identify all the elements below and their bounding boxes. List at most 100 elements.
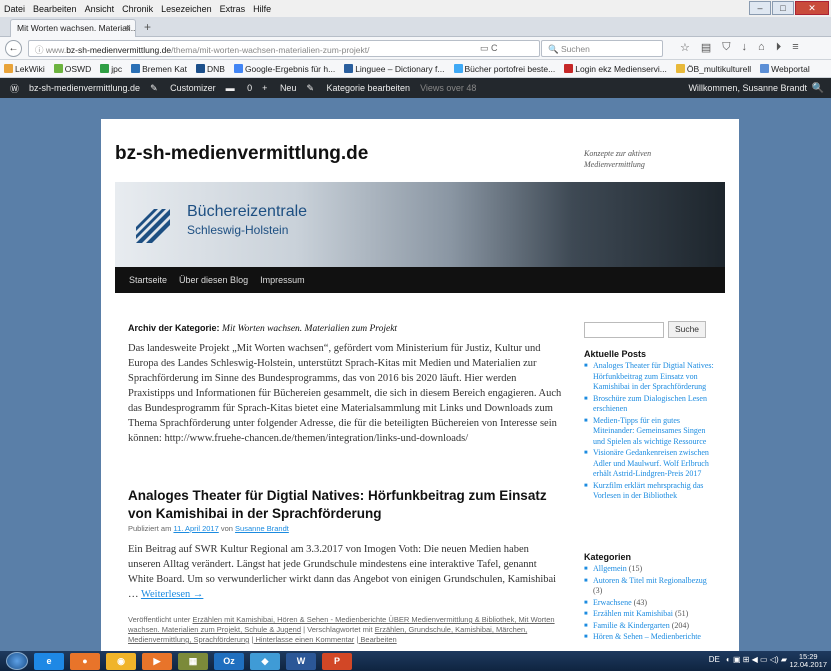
- taskbar-app-icon[interactable]: ●: [70, 652, 100, 670]
- search-input[interactable]: 🔍 Suchen: [541, 40, 663, 57]
- maximize-button[interactable]: □: [772, 1, 794, 15]
- nav-impressum[interactable]: Impressum: [260, 275, 305, 285]
- post-meta-prefix: Publiziert am: [128, 524, 172, 533]
- bookmark-item[interactable]: LekWiki: [4, 63, 45, 74]
- extension-icon[interactable]: ⏵: [776, 41, 782, 54]
- bookmark-favicon-icon: [675, 63, 685, 73]
- category-item[interactable]: Erzählen mit Kamishibai (51): [584, 609, 714, 620]
- wp-comments-link[interactable]: ▬ 0: [226, 83, 253, 93]
- home-icon[interactable]: ⌂: [758, 41, 765, 54]
- banner-logo-line1: Büchereizentrale: [187, 203, 308, 220]
- taskbar: e ● ◉ ▶ ▦ Oz ◆ W P DE ◐ ▣ ⊞ ◀ ▭ ◁) ▰ 15:29 12.04…: [0, 651, 831, 671]
- recent-post-link[interactable]: Medien-Tipps für ein gutes Miteinander: …: [584, 416, 714, 448]
- tray-language[interactable]: DE: [709, 655, 720, 664]
- category-name: Erwachsene: [593, 597, 632, 607]
- category-item[interactable]: Hören & Sehen – Medienberichte: [584, 632, 714, 643]
- start-button[interactable]: [6, 652, 28, 670]
- sidebar-search-input[interactable]: [584, 322, 664, 338]
- header-banner[interactable]: Büchereizentrale Schleswig-Holstein: [115, 182, 725, 267]
- taskbar-app-icon[interactable]: e: [34, 652, 64, 670]
- info-icon[interactable]: ⓘ: [35, 45, 44, 55]
- post-title[interactable]: Analoges Theater für Digtial Natives: Hö…: [128, 487, 548, 523]
- read-more-link[interactable]: Weiterlesen →: [141, 589, 203, 600]
- close-window-button[interactable]: ✕: [795, 1, 829, 15]
- taskbar-app-icon[interactable]: ◆: [250, 652, 280, 670]
- wp-account-link[interactable]: Willkommen, Susanne Brandt: [688, 83, 807, 93]
- bookmark-star-icon[interactable]: ☆: [680, 41, 690, 54]
- bookmark-item[interactable]: Linguee – Dictionary f...: [344, 63, 445, 74]
- post-date-link[interactable]: 11. April 2017: [173, 524, 218, 533]
- new-tab-button[interactable]: +: [144, 20, 151, 34]
- category-item[interactable]: Familie & Kindergarten (204): [584, 621, 714, 632]
- leave-comment-link[interactable]: | Hinterlasse einen Kommentar: [251, 635, 354, 644]
- post-author-link[interactable]: Susanne Brandt: [235, 524, 289, 533]
- page-navigation: Startseite Über diesen Blog Impressum: [115, 267, 725, 293]
- tab-active[interactable]: Mit Worten wachsen. Materiali... ×: [10, 19, 136, 37]
- bookmark-item[interactable]: Login ekz Medienservi...: [564, 63, 667, 74]
- menu-lesezeichen[interactable]: Lesezeichen: [161, 4, 212, 14]
- site-title[interactable]: bz-sh-medienvermittlung.de: [115, 143, 368, 165]
- url-path: /thema/mit-worten-wachsen-materialien-zu…: [171, 45, 370, 55]
- bookmark-item[interactable]: OSWD: [53, 63, 91, 74]
- wp-site-link[interactable]: bz-sh-medienvermittlung.de: [29, 83, 140, 93]
- taskbar-app-icon[interactable]: Oz: [214, 652, 244, 670]
- menu-ansicht[interactable]: Ansicht: [85, 4, 115, 14]
- recent-post-link[interactable]: Kurzfilm erklärt mehrsprachig das Vorles…: [584, 481, 714, 502]
- category-name: Allgemein: [593, 564, 627, 573]
- clock[interactable]: 15:29 12.04.2017: [789, 653, 827, 669]
- reload-icon[interactable]: ▭ C: [480, 43, 498, 54]
- menu-extras[interactable]: Extras: [220, 4, 246, 14]
- bookmark-item[interactable]: DNB: [195, 63, 225, 74]
- wordpress-logo-icon[interactable]: Ⓦ: [10, 82, 19, 95]
- tray-icons[interactable]: ◐ ▣ ⊞ ◀ ▭ ◁) ▰: [726, 655, 787, 664]
- recent-post-link[interactable]: Analoges Theater für Digtial Natives: Hö…: [584, 361, 714, 393]
- taskbar-app-icon[interactable]: ▶: [142, 652, 172, 670]
- bookmark-item[interactable]: Bücher portofrei beste...: [453, 63, 555, 74]
- taskbar-app-icon[interactable]: ◉: [106, 652, 136, 670]
- menu-bearbeiten[interactable]: Bearbeiten: [33, 4, 77, 14]
- bookmark-item[interactable]: jpc: [100, 63, 122, 74]
- url-bar[interactable]: ⓘ www.bz-sh-medienvermittlung.de/thema/m…: [28, 40, 540, 57]
- nav-startseite[interactable]: Startseite: [129, 275, 167, 285]
- menu-datei[interactable]: Datei: [4, 4, 25, 14]
- edit-post-link[interactable]: | Bearbeiten: [356, 635, 396, 644]
- reader-icon[interactable]: ▤: [701, 41, 711, 54]
- recent-post-link[interactable]: Broschüre zum Dialogischen Lesen erschie…: [584, 394, 714, 415]
- recent-post-link[interactable]: Visionäre Gedankenreisen zwischen Adler …: [584, 448, 714, 480]
- bookmark-item[interactable]: ÖB_multikulturell: [675, 63, 751, 74]
- menu-chronik[interactable]: Chronik: [122, 4, 153, 14]
- site-description: Konzepte zur aktiven Medienvermittlung: [584, 149, 652, 169]
- minimize-button[interactable]: –: [749, 1, 771, 15]
- bookmark-item[interactable]: Bremen Kat: [131, 63, 187, 74]
- wp-search-icon[interactable]: 🔍: [812, 83, 824, 94]
- taskbar-app-icon[interactable]: ▦: [178, 652, 208, 670]
- close-tab-icon[interactable]: ×: [125, 23, 130, 33]
- taskbar-app-icon[interactable]: W: [286, 652, 316, 670]
- category-item[interactable]: Autoren & Titel mit Regionalbezug (3): [584, 576, 714, 597]
- bookmark-item[interactable]: Google-Ergebnis für h...: [233, 63, 335, 74]
- menu-hilfe[interactable]: Hilfe: [253, 4, 271, 14]
- download-icon[interactable]: ↓: [742, 41, 748, 54]
- wp-edit-category-link[interactable]: ✎ Kategorie bearbeiten: [306, 83, 410, 94]
- wp-admin-bar: Ⓦ bz-sh-medienvermittlung.de ✎ Customize…: [0, 78, 831, 98]
- sidebar-search-button[interactable]: Suche: [668, 321, 706, 338]
- bookmark-label: LekWiki: [15, 63, 45, 74]
- bookmark-item[interactable]: Webportal: [760, 63, 810, 74]
- archive-heading: Archiv der Kategorie: Mit Worten wachsen…: [128, 323, 397, 334]
- wp-views-counter[interactable]: Views over 48: [420, 83, 476, 93]
- nav-ueber-diesen-blog[interactable]: Über diesen Blog: [179, 275, 248, 285]
- bookmark-favicon-icon: [564, 63, 574, 73]
- category-item[interactable]: Allgemein (15): [584, 564, 714, 575]
- wp-new-link[interactable]: + Neu: [262, 83, 296, 93]
- wp-customizer-link[interactable]: ✎ Customizer: [150, 83, 216, 94]
- pocket-icon[interactable]: ⛉: [722, 41, 730, 54]
- bookmark-favicon-icon: [233, 63, 243, 73]
- search-icon: 🔍: [548, 44, 559, 54]
- system-tray: DE ◐ ▣ ⊞ ◀ ▭ ◁) ▰: [709, 655, 787, 664]
- back-button[interactable]: ←: [5, 40, 22, 57]
- search-placeholder: Suchen: [560, 44, 590, 54]
- taskbar-app-icon[interactable]: P: [322, 652, 352, 670]
- category-item[interactable]: Erwachsene (43): [584, 598, 714, 609]
- menu-icon[interactable]: ≡: [792, 41, 798, 54]
- bookmark-favicon-icon: [100, 63, 110, 73]
